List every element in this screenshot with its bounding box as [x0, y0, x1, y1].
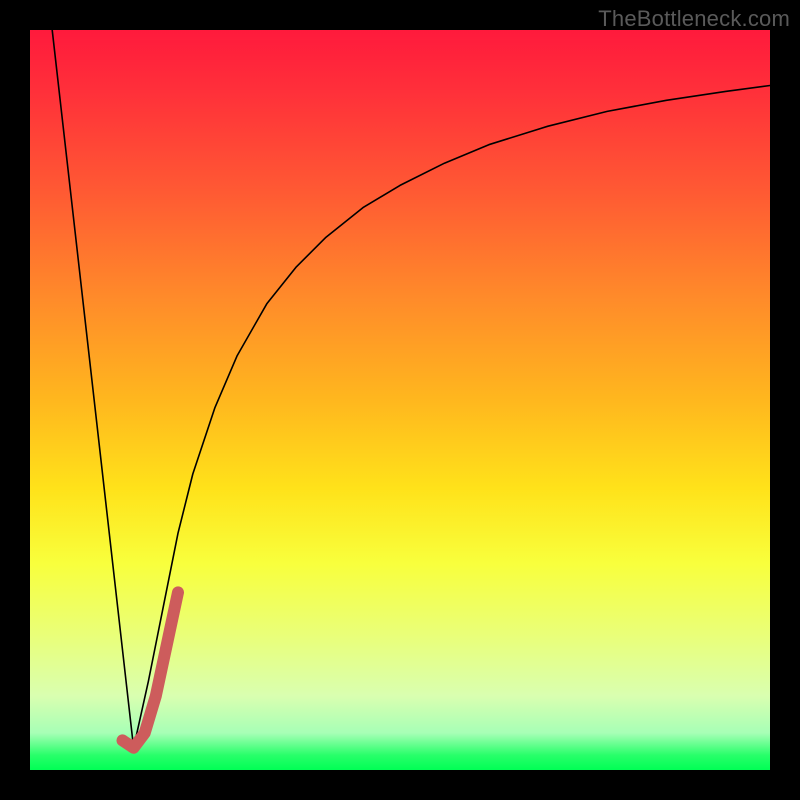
series-group — [52, 30, 770, 748]
watermark-text: TheBottleneck.com — [598, 6, 790, 32]
series-right-ascent — [134, 86, 770, 748]
chart-svg — [30, 30, 770, 770]
series-left-descent — [52, 30, 133, 748]
chart-frame: TheBottleneck.com — [0, 0, 800, 800]
plot-area — [30, 30, 770, 770]
